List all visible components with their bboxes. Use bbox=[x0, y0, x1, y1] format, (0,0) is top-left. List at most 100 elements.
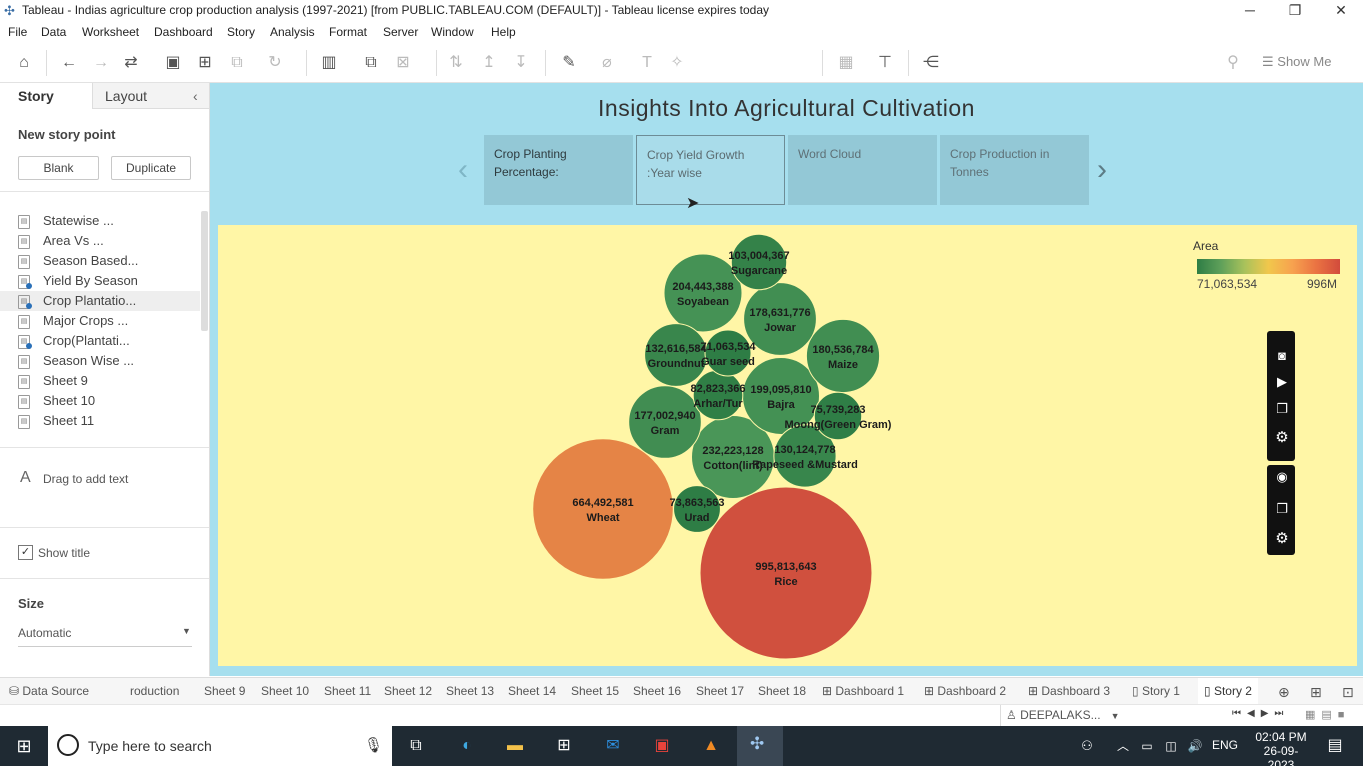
menu-help[interactable]: Help bbox=[491, 25, 516, 39]
tab-story-active[interactable]: ▯ Story 2 bbox=[1198, 678, 1258, 707]
presentation-icon[interactable]: ⊤ bbox=[874, 52, 896, 74]
labels-icon[interactable]: T bbox=[636, 52, 658, 74]
sort-descending-icon[interactable]: ↧ bbox=[510, 52, 532, 74]
bubble-sugarcane[interactable] bbox=[730, 233, 788, 291]
sheet-list-item[interactable]: ▤ Sheet 10 bbox=[18, 391, 203, 411]
tab-sheet[interactable]: Sheet 16 bbox=[633, 684, 681, 698]
tab-sheet[interactable]: Sheet 14 bbox=[508, 684, 556, 698]
language-indicator[interactable]: ENG bbox=[1212, 738, 1238, 752]
undo-icon[interactable]: ← bbox=[58, 52, 80, 74]
sheet-list-item[interactable]: ▤ Yield By Season bbox=[18, 271, 203, 291]
show-me-button[interactable]: ☰ Show Me bbox=[1262, 54, 1331, 70]
chevron-up-icon[interactable]: ︿ bbox=[1110, 734, 1136, 758]
prev-story-point-icon[interactable]: ‹ bbox=[458, 153, 468, 187]
tab-dashboard[interactable]: ⊞ Dashboard 1 bbox=[822, 684, 904, 698]
tab-story[interactable]: Story bbox=[0, 83, 92, 109]
menu-story[interactable]: Story bbox=[227, 25, 255, 39]
people-icon[interactable]: ⚇ bbox=[1074, 734, 1100, 758]
network-icon[interactable]: ◫ bbox=[1158, 734, 1184, 758]
minimize-button[interactable]: ─ bbox=[1227, 0, 1273, 22]
highlight-icon[interactable]: ✎ bbox=[558, 52, 580, 74]
volume-icon[interactable]: 🔊 bbox=[1182, 734, 1208, 758]
tab-data-source[interactable]: ⛁ Data Source bbox=[9, 684, 89, 698]
tab-sheet[interactable]: Sheet 12 bbox=[384, 684, 432, 698]
tab-sheet[interactable]: Sheet 13 bbox=[446, 684, 494, 698]
sheet-list-item[interactable]: ▤ Crop(Plantati... bbox=[18, 331, 203, 351]
sheet-list-item[interactable]: ▤ Season Wise ... bbox=[18, 351, 203, 371]
app-icon[interactable]: ▣ bbox=[649, 734, 675, 758]
sheet-list-item[interactable]: ▤ Area Vs ... bbox=[18, 231, 203, 251]
sheet-navigation-icons[interactable]: ⏮◀▶⏭ bbox=[1232, 708, 1289, 719]
menu-file[interactable]: File bbox=[8, 25, 27, 39]
home-icon[interactable]: ⌂ bbox=[13, 52, 35, 74]
sheet-list-scrollbar[interactable] bbox=[201, 211, 208, 331]
sheet-list-item[interactable]: ▤ Season Based... bbox=[18, 251, 203, 271]
tab-sheet[interactable]: Sheet 15 bbox=[571, 684, 619, 698]
record-icon[interactable]: ◉ bbox=[1273, 469, 1291, 485]
edge-icon[interactable]: ◐ bbox=[454, 734, 480, 758]
collapse-pane-icon[interactable]: ‹ bbox=[193, 83, 198, 109]
taskbar-search[interactable]: Type here to search 🎙 bbox=[48, 726, 392, 766]
user-menu[interactable]: ♙ DEEPALAKS... ▼ bbox=[1006, 708, 1120, 722]
view-mode-icons[interactable]: ▦▤■ bbox=[1305, 708, 1350, 721]
tab-sheet[interactable]: roduction bbox=[130, 684, 179, 698]
copy-icon[interactable]: ❐ bbox=[1273, 401, 1291, 417]
menu-dashboard[interactable]: Dashboard bbox=[154, 25, 213, 39]
tab-sheet[interactable]: Sheet 10 bbox=[261, 684, 309, 698]
tab-dashboard[interactable]: ⊞ Dashboard 2 bbox=[924, 684, 1006, 698]
bubble-gram[interactable] bbox=[628, 385, 702, 459]
sheet-list-item[interactable]: ▤ Crop Plantatio... bbox=[0, 291, 200, 311]
sort-ascending-icon[interactable]: ↥ bbox=[478, 52, 500, 74]
size-dropdown[interactable]: Automatic ▼ bbox=[18, 626, 192, 647]
story-point-4[interactable]: Crop Production in Tonnes bbox=[940, 135, 1089, 205]
swap-icon[interactable]: ⇅ bbox=[445, 52, 467, 74]
show-title-checkbox[interactable]: ✓ bbox=[18, 545, 33, 560]
tab-dashboard[interactable]: ⊞ Dashboard 3 bbox=[1028, 684, 1110, 698]
menu-window[interactable]: Window bbox=[431, 25, 474, 39]
bubble-maize[interactable] bbox=[805, 318, 881, 394]
close-button[interactable]: ✕ bbox=[1318, 0, 1363, 22]
bubble-arhar-tur[interactable] bbox=[692, 369, 744, 421]
sheet-list-item[interactable]: ▤ Major Crops ... bbox=[18, 311, 203, 331]
new-dashboard-tab-icon[interactable]: ⊞ bbox=[1310, 684, 1322, 701]
drag-to-add-text[interactable]: Drag to add text bbox=[43, 472, 128, 486]
bubble-urad[interactable] bbox=[673, 485, 721, 533]
sheet-list-item[interactable]: ▤ Sheet 11 bbox=[18, 411, 203, 431]
video-icon[interactable]: ▶ bbox=[1273, 374, 1291, 390]
menu-server[interactable]: Server bbox=[383, 25, 418, 39]
bubble-rice[interactable] bbox=[699, 486, 873, 660]
bubble-wheat[interactable] bbox=[532, 438, 674, 580]
tab-sheet[interactable]: Sheet 17 bbox=[696, 684, 744, 698]
save-icon[interactable]: ▣ bbox=[162, 52, 184, 74]
microphone-icon[interactable]: 🎙 bbox=[364, 736, 383, 754]
sheet-list-item[interactable]: ▤ Sheet 9 bbox=[18, 371, 203, 391]
cards-icon[interactable]: ▦ bbox=[835, 52, 857, 74]
tab-sheet[interactable]: Sheet 18 bbox=[758, 684, 806, 698]
battery-icon[interactable]: ▭ bbox=[1134, 734, 1160, 758]
window-icon[interactable]: ❐ bbox=[1273, 501, 1291, 517]
sheet-list-item[interactable]: ▤ Statewise ... bbox=[18, 211, 203, 231]
bubble-groundnut[interactable] bbox=[644, 323, 708, 387]
mail-icon[interactable]: ✉ bbox=[600, 734, 626, 758]
story-point-3[interactable]: Word Cloud bbox=[788, 135, 937, 205]
settings-icon[interactable]: ⚙ bbox=[1273, 428, 1291, 446]
tableau-taskbar-app[interactable]: ✣ bbox=[737, 726, 783, 766]
settings-icon[interactable]: ⚙ bbox=[1273, 529, 1291, 547]
restore-button[interactable]: ❐ bbox=[1272, 0, 1318, 22]
clear-sheet-icon[interactable]: ⊠ bbox=[392, 52, 414, 74]
redo-icon[interactable]: → bbox=[90, 52, 112, 74]
new-story-tab-icon[interactable]: ⊡ bbox=[1342, 684, 1354, 701]
tab-story[interactable]: ▯ Story 1 bbox=[1132, 684, 1180, 698]
duplicate-button[interactable]: Duplicate bbox=[111, 156, 191, 180]
menu-analysis[interactable]: Analysis bbox=[270, 25, 315, 39]
tab-sheet[interactable]: Sheet 9 bbox=[204, 684, 245, 698]
pin-icon[interactable]: ✧ bbox=[666, 52, 688, 74]
blank-button[interactable]: Blank bbox=[18, 156, 99, 180]
format-painter-icon[interactable]: ⚲ bbox=[1222, 52, 1244, 74]
windows-start-icon[interactable]: ⊞ bbox=[11, 734, 37, 758]
story-point-2[interactable]: Crop Yield Growth:Year wise bbox=[636, 135, 785, 205]
tab-sheet[interactable]: Sheet 11 bbox=[324, 684, 371, 698]
vlc-icon[interactable]: ▲ bbox=[698, 734, 724, 758]
file-explorer-icon[interactable]: ▬ bbox=[502, 734, 528, 758]
task-view-icon[interactable]: ⧉ bbox=[403, 734, 429, 758]
